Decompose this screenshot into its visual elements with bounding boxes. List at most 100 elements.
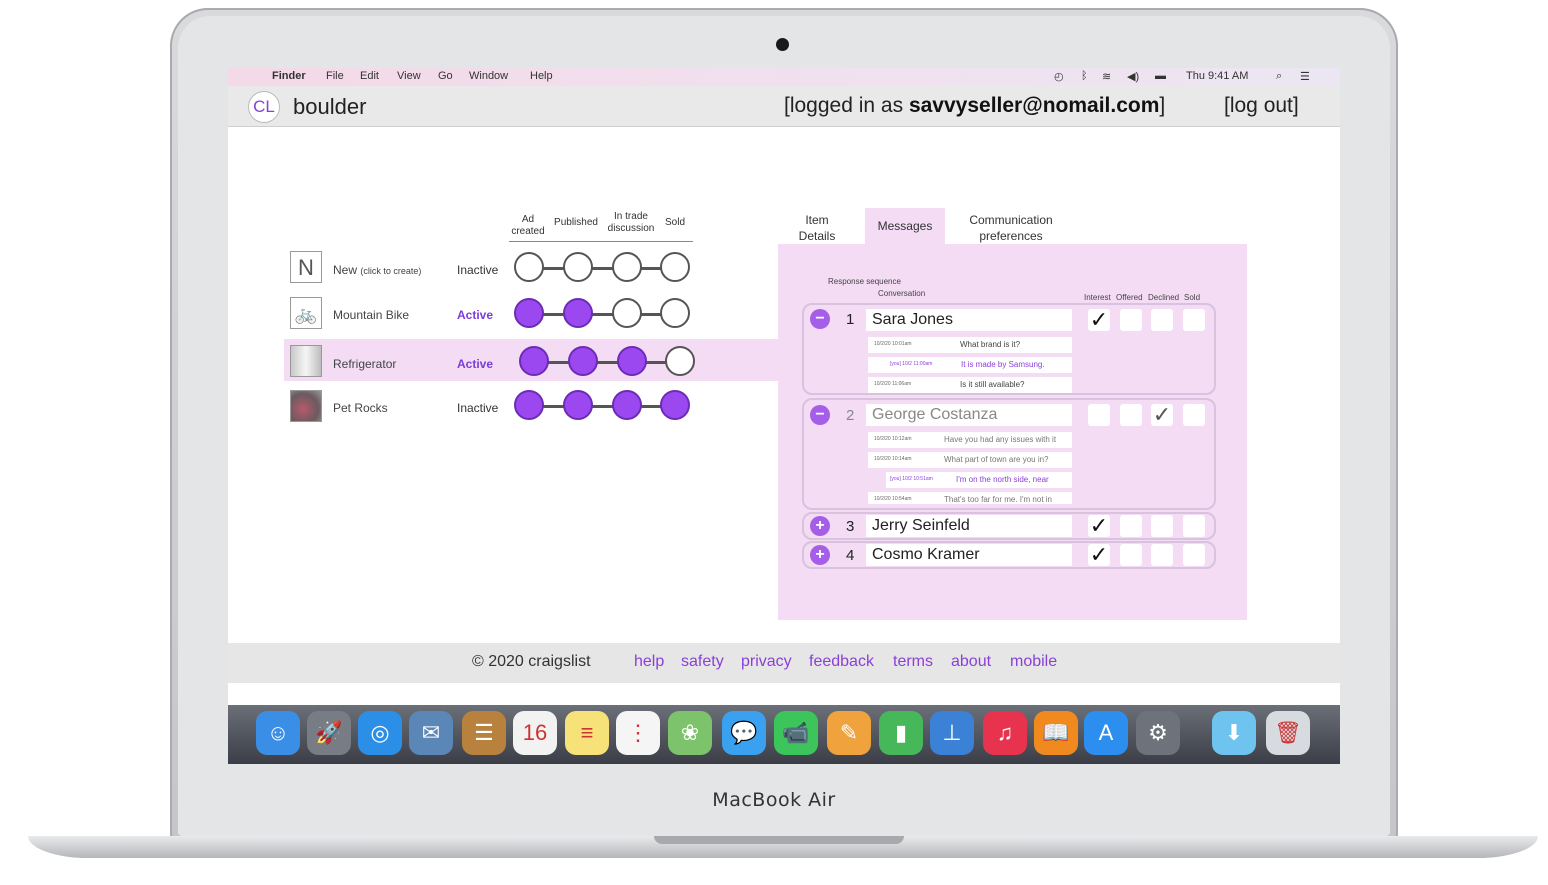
progress-step-2[interactable] — [563, 298, 593, 328]
progress-step-4[interactable] — [660, 298, 690, 328]
footer-link-feedback[interactable]: feedback — [809, 653, 874, 671]
app-store-icon[interactable]: A — [1084, 711, 1128, 755]
declined-checkbox[interactable] — [1151, 515, 1173, 537]
battery-icon[interactable]: ▬ — [1155, 70, 1166, 82]
photos-icon[interactable]: ❀ — [668, 711, 712, 755]
offered-checkbox[interactable] — [1120, 515, 1142, 537]
wifi-icon[interactable]: ≋ — [1102, 70, 1111, 83]
facetime-icon[interactable]: 📹 — [774, 711, 818, 755]
progress-step-1[interactable] — [519, 346, 549, 376]
safari-icon[interactable]: ◎ — [358, 711, 402, 755]
menu-go[interactable]: Go — [438, 70, 453, 82]
column-offered: Offered — [1116, 293, 1143, 302]
tab-communication-preferences[interactable]: Communication preferences — [959, 212, 1063, 244]
menu-view[interactable]: View — [397, 70, 421, 82]
progress-step-2[interactable] — [563, 390, 593, 420]
conversation-name-box[interactable]: Sara Jones — [866, 309, 1072, 331]
sold-checkbox[interactable] — [1183, 544, 1205, 566]
footer-link-mobile[interactable]: mobile — [1010, 653, 1057, 671]
collapse-conversation-button[interactable]: − — [810, 309, 830, 329]
listing-name-new[interactable]: New (click to create) — [333, 263, 421, 277]
sold-checkbox[interactable] — [1183, 515, 1205, 537]
tab-messages[interactable]: Messages — [865, 208, 945, 244]
mail-icon[interactable]: ✉ — [409, 711, 453, 755]
footer-link-safety[interactable]: safety — [681, 653, 724, 671]
progress-step-4[interactable] — [660, 390, 690, 420]
finder-icon[interactable]: ☺ — [256, 711, 300, 755]
itunes-icon[interactable]: ♫ — [983, 711, 1027, 755]
keynote-icon[interactable]: ⊥ — [930, 711, 974, 755]
menu-app-finder[interactable]: Finder — [272, 70, 306, 82]
bicycle-icon[interactable]: 🚲 — [290, 297, 322, 329]
collapse-conversation-button[interactable]: − — [810, 405, 830, 425]
new-listing-icon[interactable]: N — [290, 251, 322, 283]
declined-checkbox[interactable] — [1151, 544, 1173, 566]
progress-connector — [591, 313, 614, 316]
contacts-icon[interactable]: ☰ — [462, 711, 506, 755]
craigslist-logo[interactable]: CL — [248, 91, 280, 123]
ibooks-icon[interactable]: 📖 — [1034, 711, 1078, 755]
listing-name-pet-rocks[interactable]: Pet Rocks — [333, 401, 388, 415]
system-preferences-icon[interactable]: ⚙ — [1136, 711, 1180, 755]
refrigerator-icon[interactable] — [290, 345, 322, 377]
declined-checkbox[interactable] — [1151, 309, 1173, 331]
pages-icon[interactable]: ✎ — [827, 711, 871, 755]
volume-icon[interactable]: ◀) — [1127, 70, 1139, 83]
progress-step-2[interactable] — [568, 346, 598, 376]
sold-checkbox[interactable] — [1183, 309, 1205, 331]
interest-checkbox[interactable]: ✓ — [1088, 544, 1110, 566]
progress-step-2[interactable] — [563, 252, 593, 282]
progress-step-4[interactable] — [665, 346, 695, 376]
listing-name-refrigerator[interactable]: Refrigerator — [333, 357, 396, 371]
progress-connector — [542, 405, 565, 408]
dock: ☺ 🚀 ◎ ✉ ☰ 16 ≡ ⋮ ❀ 💬 📹 ✎ ▮ ⊥ ♫ 📖 A ⚙ ⬇ 🗑 — [228, 705, 1340, 764]
sold-checkbox[interactable] — [1183, 404, 1205, 426]
menu-file[interactable]: File — [326, 70, 344, 82]
offered-checkbox[interactable] — [1120, 544, 1142, 566]
pet-rocks-image[interactable] — [290, 390, 322, 422]
menu-edit[interactable]: Edit — [360, 70, 379, 82]
progress-step-3[interactable] — [612, 298, 642, 328]
numbers-icon[interactable]: ▮ — [879, 711, 923, 755]
notification-icon[interactable]: ☰ — [1300, 70, 1310, 83]
progress-step-3[interactable] — [612, 390, 642, 420]
footer-link-about[interactable]: about — [951, 653, 991, 671]
interest-checkbox[interactable]: ✓ — [1088, 515, 1110, 537]
tab-item-details[interactable]: Item Details — [796, 212, 838, 244]
conversation-name-box[interactable]: George Costanza — [866, 404, 1072, 426]
offered-checkbox[interactable] — [1120, 404, 1142, 426]
footer-link-help[interactable]: help — [634, 653, 664, 671]
conversation-name-box[interactable]: Jerry Seinfeld — [866, 515, 1072, 537]
expand-conversation-button[interactable]: + — [810, 516, 830, 536]
trash-icon[interactable]: 🗑 — [1266, 711, 1310, 755]
progress-step-4[interactable] — [660, 252, 690, 282]
progress-step-1[interactable] — [514, 252, 544, 282]
time-machine-icon[interactable]: ◴ — [1054, 70, 1064, 83]
clock[interactable]: Thu 9:41 AM — [1186, 70, 1248, 82]
interest-checkbox[interactable] — [1088, 404, 1110, 426]
progress-step-3[interactable] — [612, 252, 642, 282]
bluetooth-icon[interactable]: ᛒ — [1081, 70, 1088, 82]
declined-checkbox[interactable]: ✓ — [1151, 404, 1173, 426]
downloads-folder-icon[interactable]: ⬇ — [1212, 711, 1256, 755]
column-declined: Declined — [1148, 293, 1180, 302]
progress-step-1[interactable] — [514, 298, 544, 328]
progress-step-3[interactable] — [617, 346, 647, 376]
listing-name-mountain-bike[interactable]: Mountain Bike — [333, 308, 409, 322]
offered-checkbox[interactable] — [1120, 309, 1142, 331]
progress-step-1[interactable] — [514, 390, 544, 420]
messages-icon[interactable]: 💬 — [722, 711, 766, 755]
footer-link-terms[interactable]: terms — [893, 653, 933, 671]
notes-icon[interactable]: ≡ — [565, 711, 609, 755]
interest-checkbox[interactable]: ✓ — [1088, 309, 1110, 331]
menu-window[interactable]: Window — [469, 70, 508, 82]
footer-link-privacy[interactable]: privacy — [741, 653, 792, 671]
menu-help[interactable]: Help — [530, 70, 553, 82]
conversation-name-box[interactable]: Cosmo Kramer — [866, 544, 1072, 566]
launchpad-icon[interactable]: 🚀 — [307, 711, 351, 755]
logout-link[interactable]: [log out] — [1224, 94, 1299, 118]
expand-conversation-button[interactable]: + — [810, 545, 830, 565]
calendar-icon[interactable]: 16 — [513, 711, 557, 755]
reminders-icon[interactable]: ⋮ — [616, 711, 660, 755]
spotlight-icon[interactable]: ⌕ — [1276, 70, 1282, 83]
